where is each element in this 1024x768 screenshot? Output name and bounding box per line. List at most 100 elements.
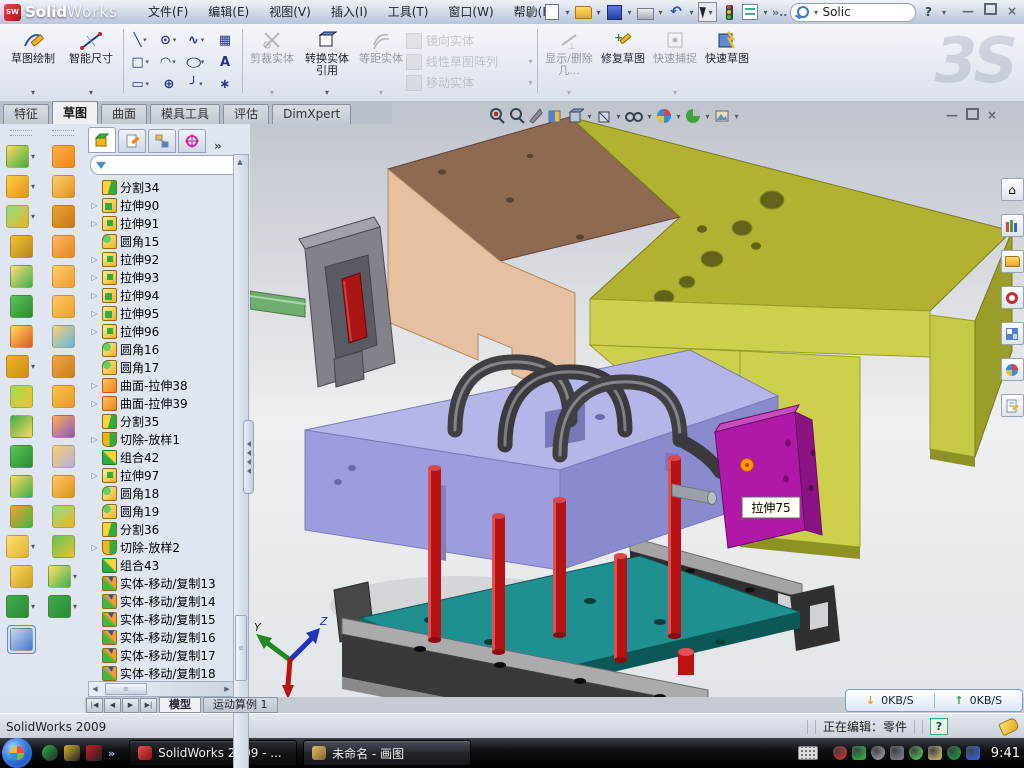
revolved-boss-icon[interactable]: ▾ <box>6 175 37 198</box>
spiral-curve-icon[interactable]: ▾ <box>48 595 79 618</box>
tree-item[interactable]: 圆角19 <box>90 502 232 520</box>
tree-item[interactable]: 分割35 <box>90 412 232 430</box>
zoom-blade-icon[interactable] <box>528 107 544 125</box>
search-box[interactable]: ▾ Solic <box>790 3 916 22</box>
ribbon-tab-2[interactable]: 曲面 <box>101 104 147 124</box>
extruded-boss-icon-dropdown[interactable]: ▾ <box>30 152 37 161</box>
display-style-icon[interactable] <box>595 107 613 125</box>
options-dropdown[interactable]: ▾ <box>762 8 769 17</box>
view-palette-icon[interactable] <box>1001 322 1024 345</box>
doc-restore-button[interactable] <box>966 108 979 123</box>
tree-item[interactable]: 实体-移动/复制14 <box>90 592 232 610</box>
view-settings-icon[interactable] <box>713 107 731 125</box>
print-dropdown[interactable]: ▾ <box>657 8 664 17</box>
save-icon[interactable] <box>605 3 623 21</box>
section-view-icon[interactable] <box>546 107 564 125</box>
pattern-group-dd-2[interactable]: ▾ <box>527 78 534 87</box>
line-icon[interactable]: ╲▾ <box>127 29 155 51</box>
chamfer-icon[interactable] <box>10 295 33 318</box>
replace-face-icon[interactable] <box>52 475 75 498</box>
curve-icon[interactable]: ▾ <box>6 595 37 618</box>
tree-item[interactable]: 实体-移动/复制15 <box>90 610 232 628</box>
delete-body-icon-dropdown[interactable]: ▾ <box>30 542 37 551</box>
menu-item-4[interactable]: 工具(T) <box>378 2 439 22</box>
rebuild-icon[interactable] <box>720 3 738 21</box>
tree-expander-icon[interactable]: ▷ <box>90 471 99 480</box>
tree-item[interactable]: 分割36 <box>90 520 232 538</box>
display-delete-relations-button[interactable]: ⊥ 显示/删除几...▾ <box>541 25 597 99</box>
volume-icon[interactable] <box>890 746 904 760</box>
horizontal-scroll-thumb[interactable]: ≡ <box>105 683 147 695</box>
new-file-icon[interactable] <box>543 3 561 21</box>
options-icon[interactable] <box>741 3 759 21</box>
menu-item-1[interactable]: 编辑(E) <box>198 2 259 22</box>
start-button[interactable] <box>2 738 32 768</box>
appearances-scenes-icon[interactable] <box>1001 358 1024 381</box>
tree-item[interactable]: 分割34 <box>90 178 232 196</box>
freeform-icon[interactable]: ▾ <box>48 565 79 588</box>
sketch-pattern-icon[interactable]: ▦ <box>211 29 239 51</box>
pattern-group-row-0[interactable]: 镜向实体 <box>406 30 534 51</box>
tree-item[interactable]: ▷切除-放样1 <box>90 430 232 448</box>
robot-arm[interactable] <box>250 291 305 317</box>
open-file-dropdown[interactable]: ▾ <box>595 8 602 17</box>
tree-item[interactable]: ▷曲面-拉伸39 <box>90 394 232 412</box>
menu-item-0[interactable]: 文件(F) <box>138 2 198 22</box>
tree-item[interactable]: ▷拉伸92 <box>90 250 232 268</box>
tree-item[interactable]: ▷切除-放样2 <box>90 538 232 556</box>
tree-expander-icon[interactable]: ▷ <box>90 399 99 408</box>
blocked-service-icon[interactable] <box>966 746 980 760</box>
view-orientation-icon[interactable] <box>566 107 584 125</box>
scroll-right-arrow[interactable]: ▶ <box>221 683 233 696</box>
tree-item[interactable]: 圆角15 <box>90 232 232 250</box>
tree-item[interactable]: 实体-移动/复制13 <box>90 574 232 592</box>
menu-item-2[interactable]: 视图(V) <box>259 2 321 22</box>
pattern-group-dd-1[interactable]: ▾ <box>527 57 534 66</box>
polygon-icon[interactable]: ⊕ <box>155 73 183 95</box>
tree-item[interactable]: 圆角16 <box>90 340 232 358</box>
prev-tab-button[interactable]: ◀ <box>104 698 121 713</box>
print-icon[interactable] <box>636 3 654 21</box>
point-icon[interactable]: ∗ <box>211 73 239 95</box>
extend-surface-icon[interactable] <box>52 445 75 468</box>
sketch-button[interactable]: 草图绘制▾ <box>4 25 62 99</box>
ribbon-tab-5[interactable]: DimXpert <box>272 104 351 124</box>
smart-dimension-button[interactable]: 智能尺寸▾ <box>62 25 120 99</box>
extruded-surface-icon[interactable] <box>52 145 75 168</box>
arc-icon[interactable]: ◠▾ <box>155 51 183 73</box>
panel-collapse-handle[interactable] <box>243 420 254 494</box>
text-icon[interactable]: A <box>211 51 239 73</box>
restore-button[interactable] <box>982 3 998 18</box>
mirror-bodies-icon[interactable] <box>10 385 33 408</box>
next-tab-button[interactable]: ▶ <box>122 698 139 713</box>
graphics-area[interactable]: 拉伸75 Y Z X <box>250 101 1024 697</box>
apply-scene-icon[interactable] <box>684 107 702 125</box>
tree-item[interactable]: 圆角17 <box>90 358 232 376</box>
messenger-icon[interactable] <box>42 745 58 761</box>
antivirus-shield-icon[interactable] <box>833 746 847 760</box>
tree-expander-icon[interactable]: ▷ <box>90 201 99 210</box>
measure-icon[interactable] <box>7 625 36 654</box>
design-library-icon[interactable] <box>1001 214 1024 237</box>
rectangle-icon-dropdown[interactable]: ▾ <box>144 58 151 66</box>
configuration-manager-tab[interactable] <box>148 129 176 153</box>
surface-fillet-icon[interactable] <box>52 505 75 528</box>
spline-icon-dropdown[interactable]: ▾ <box>199 36 206 44</box>
menu-item-3[interactable]: 插入(I) <box>321 2 378 22</box>
move-copy-icon[interactable] <box>10 505 33 528</box>
solidworks-quick-icon[interactable] <box>86 745 102 761</box>
spline-icon[interactable]: ∿▾ <box>183 29 211 51</box>
sync-icon[interactable] <box>909 746 923 760</box>
knit-surface-icon[interactable] <box>52 355 75 378</box>
tree-expander-icon[interactable]: ▷ <box>90 273 99 282</box>
dimxpert-manager-tab[interactable] <box>178 129 206 153</box>
slot-icon-dropdown[interactable]: ▾ <box>144 80 151 88</box>
planar-surface-icon[interactable] <box>52 295 75 318</box>
ellipse-icon[interactable]: ○▾ <box>183 51 211 73</box>
gripper-block[interactable] <box>299 217 395 387</box>
update-check-icon[interactable] <box>871 746 885 760</box>
model-tab-0[interactable]: 模型 <box>159 697 201 713</box>
rectangle-icon[interactable]: □▾ <box>127 51 155 73</box>
delete-body-icon[interactable]: ▾ <box>6 535 37 558</box>
zoom-area-icon[interactable] <box>508 107 526 125</box>
